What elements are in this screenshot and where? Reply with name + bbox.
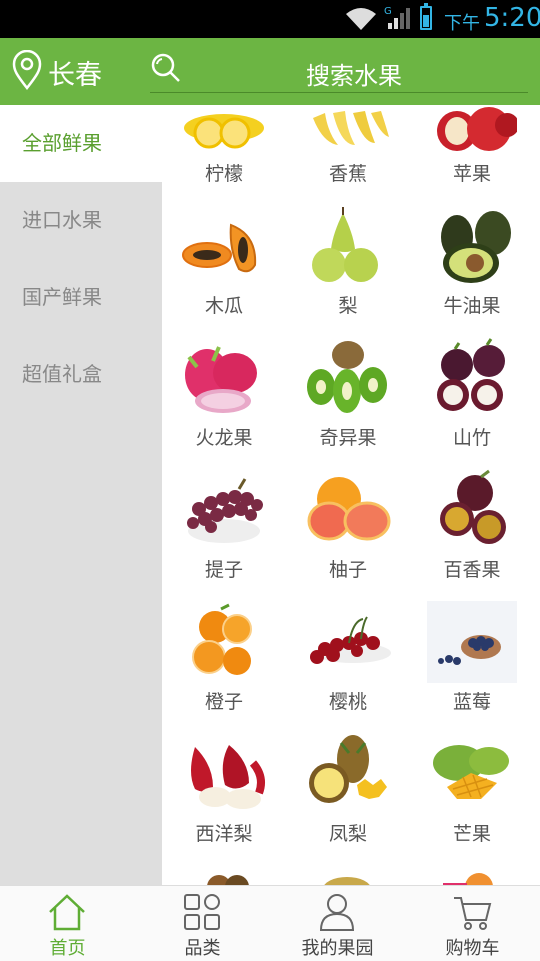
status-time: 5:20	[484, 3, 540, 33]
city-selector[interactable]: 长春	[48, 53, 102, 92]
user-icon	[319, 894, 355, 931]
blueberry-image	[427, 601, 517, 683]
wifi-icon	[346, 8, 376, 30]
bottom-tab-bar: 首页 品类 我的果园 购物车	[0, 885, 540, 961]
product-cherry[interactable]: 樱桃	[286, 601, 410, 733]
tab-cart[interactable]: 购物车	[405, 886, 540, 961]
sidebar-item-imported[interactable]: 进口水果	[0, 182, 162, 259]
product-name: 橙子	[204, 691, 243, 713]
product-pear[interactable]: 梨	[286, 205, 410, 337]
sidebar-item-label: 超值礼盒	[22, 362, 102, 386]
grapes-image	[187, 478, 263, 543]
signal-icon: G	[384, 6, 410, 29]
dragon-fruit-image	[185, 346, 257, 413]
pineapple-image	[309, 735, 387, 803]
product-partial[interactable]	[162, 865, 286, 885]
tab-category[interactable]: 品类	[135, 886, 270, 961]
status-bar: G 下午 5:20	[0, 0, 540, 38]
home-icon	[49, 894, 85, 931]
product-bartlett-pear[interactable]: 西洋梨	[162, 733, 286, 865]
product-name: 奇异果	[319, 427, 377, 449]
product-name: 柚子	[328, 559, 367, 581]
product-name: 凤梨	[328, 823, 367, 845]
cherry-image	[310, 616, 391, 664]
product-mangosteen[interactable]: 山竹	[410, 337, 534, 469]
sidebar-item-domestic[interactable]: 国产鲜果	[0, 259, 162, 336]
product-blueberry[interactable]: 蓝莓	[410, 601, 534, 733]
search-placeholder: 搜索水果	[306, 62, 402, 90]
product-name: 木瓜	[204, 295, 243, 317]
papaya-image	[182, 223, 257, 273]
tab-label: 我的果园	[301, 938, 374, 959]
product-partial[interactable]	[286, 865, 410, 885]
pear-image	[312, 207, 378, 282]
product-name: 山竹	[452, 427, 491, 449]
product-orange[interactable]: 橙子	[162, 601, 286, 733]
top-bar: 长春 搜索水果	[0, 38, 540, 105]
banana-image	[313, 111, 389, 145]
fruit-image-partial	[324, 877, 370, 885]
tab-label: 首页	[49, 938, 86, 959]
kiwi-image	[307, 341, 387, 413]
sidebar-item-label: 全部鲜果	[22, 131, 102, 155]
product-grapes[interactable]: 提子	[162, 469, 286, 601]
product-kiwi[interactable]: 奇异果	[286, 337, 410, 469]
product-avocado[interactable]: 牛油果	[410, 205, 534, 337]
passion-fruit-image	[440, 469, 506, 544]
mango-image	[433, 745, 509, 799]
product-name: 梨	[338, 295, 358, 317]
product-name: 芒果	[452, 823, 491, 845]
product-name: 西洋梨	[195, 823, 253, 845]
sidebar-item-label: 国产鲜果	[22, 285, 102, 309]
product-name: 蓝莓	[452, 691, 491, 713]
product-papaya[interactable]: 木瓜	[162, 205, 286, 337]
cart-icon	[454, 897, 492, 930]
product-banana[interactable]: 香蕉	[286, 105, 410, 205]
product-lemon[interactable]: 柠檬	[162, 105, 286, 205]
product-name: 柠檬	[204, 163, 243, 185]
pomelo-image	[307, 477, 391, 541]
product-name: 提子	[204, 559, 243, 581]
product-mango[interactable]: 芒果	[410, 733, 534, 865]
product-partial[interactable]	[410, 865, 534, 885]
tab-home[interactable]: 首页	[0, 886, 135, 961]
battery-icon	[420, 3, 432, 30]
product-apple[interactable]: 苹果	[410, 105, 534, 205]
bartlett-pear-image	[191, 745, 265, 809]
avocado-image	[441, 211, 511, 283]
tab-label: 品类	[184, 938, 221, 959]
product-name: 火龙果	[195, 427, 253, 449]
product-dragon-fruit[interactable]: 火龙果	[162, 337, 286, 469]
tab-label: 购物车	[445, 938, 500, 959]
category-sidebar: 全部鲜果 进口水果 国产鲜果 超值礼盒	[0, 105, 162, 885]
product-name: 香蕉	[328, 163, 367, 185]
product-name: 牛油果	[443, 295, 501, 317]
search-input[interactable]: 搜索水果	[150, 52, 528, 93]
apple-image	[437, 107, 517, 151]
product-pomelo[interactable]: 柚子	[286, 469, 410, 601]
fruit-image-partial	[443, 873, 493, 885]
sidebar-item-all[interactable]: 全部鲜果	[0, 105, 162, 182]
product-name: 樱桃	[328, 691, 367, 713]
orange-image	[192, 603, 252, 675]
sidebar-item-label: 进口水果	[22, 208, 102, 232]
tab-my-orchard[interactable]: 我的果园	[270, 886, 405, 961]
sidebar-item-gift-box[interactable]: 超值礼盒	[0, 336, 162, 413]
lemon-image	[184, 114, 264, 149]
category-icon	[184, 894, 220, 930]
svg-text:G: G	[384, 6, 392, 17]
location-pin-icon[interactable]	[12, 50, 42, 90]
product-name: 苹果	[452, 163, 491, 185]
product-pineapple[interactable]: 凤梨	[286, 733, 410, 865]
status-ampm: 下午	[444, 13, 480, 34]
mangosteen-image	[437, 338, 505, 411]
product-name: 百香果	[443, 559, 501, 581]
product-passion-fruit[interactable]: 百香果	[410, 469, 534, 601]
fruit-image-partial	[207, 875, 249, 885]
product-grid: 柠檬 香蕉 苹果 木瓜 梨 牛油果 火龙果 奇异果 山竹 提子 柚子 百香果 橙…	[162, 105, 540, 885]
